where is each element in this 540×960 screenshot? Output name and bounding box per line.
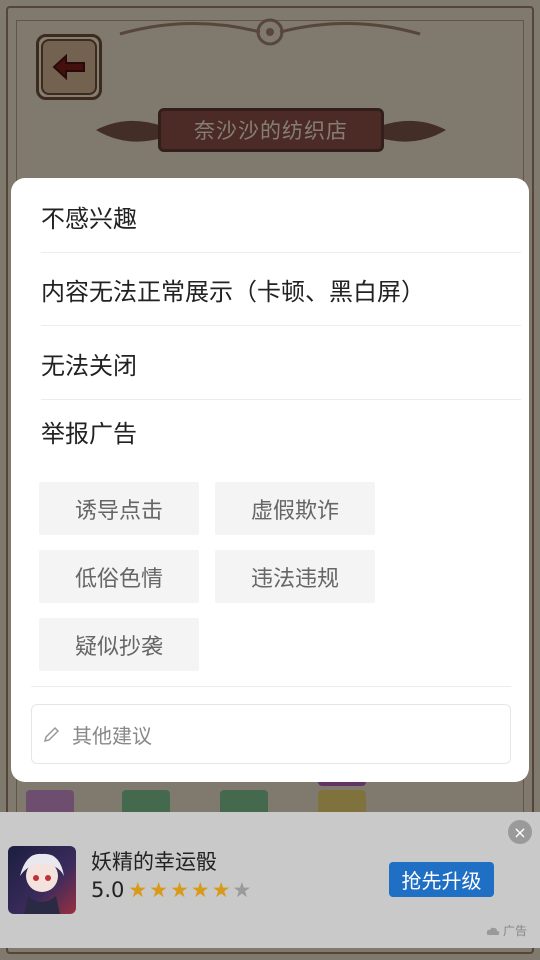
- report-chip-clickbait[interactable]: 诱导点击: [39, 482, 199, 535]
- star-icon: ★: [211, 878, 233, 902]
- option-display-broken[interactable]: 内容无法正常展示（卡顿、黑白屏）: [41, 253, 521, 326]
- report-chip-vulgar[interactable]: 低俗色情: [39, 550, 199, 603]
- star-icon: ★: [170, 878, 191, 902]
- rating-value: 5.0: [91, 878, 125, 902]
- ad-label: 广告: [486, 922, 527, 939]
- report-chip-fraud[interactable]: 虚假欺诈: [215, 482, 375, 535]
- option-label: 无法关闭: [41, 351, 137, 380]
- cloud-icon: [486, 927, 500, 935]
- app-name: 妖精的幸运骰: [91, 850, 217, 874]
- report-chip-illegal[interactable]: 违法违规: [215, 550, 375, 603]
- report-ad-heading: 举报广告: [41, 419, 137, 448]
- ad-feedback-dialog: 不感兴趣 内容无法正常展示（卡顿、黑白屏） 无法关闭 举报广告 诱导点击 虚假欺…: [11, 178, 529, 782]
- ad-close-icon[interactable]: ×: [508, 820, 532, 844]
- star-icon: ★: [190, 878, 212, 902]
- ad-label-text: 广告: [503, 924, 528, 938]
- report-chip-plagiarism[interactable]: 疑似抄袭: [39, 618, 199, 671]
- star-icon: ★: [149, 878, 171, 902]
- suggestion-input[interactable]: 其他建议: [31, 704, 511, 764]
- option-cannot-close[interactable]: 无法关闭: [41, 327, 521, 400]
- fairy-character-icon: [20, 853, 64, 914]
- app-icon: [8, 846, 76, 914]
- rating-row: 5.0 ★★★★★★: [91, 878, 253, 902]
- ad-banner[interactable]: × 妖精的幸运骰 5.0 ★★★★★★ 抢先升级 广告: [0, 812, 540, 948]
- star-icon: ★: [232, 878, 254, 902]
- divider: [31, 686, 511, 687]
- star-icon: ★: [128, 878, 150, 902]
- pencil-icon: [43, 726, 60, 743]
- suggestion-placeholder: 其他建议: [72, 723, 152, 748]
- rating-stars: ★★★★★★: [128, 878, 253, 902]
- option-not-interested[interactable]: 不感兴趣: [41, 180, 521, 253]
- option-label: 内容无法正常展示（卡顿、黑白屏）: [41, 277, 425, 306]
- option-label: 不感兴趣: [41, 204, 137, 233]
- ad-cta-button[interactable]: 抢先升级: [389, 862, 494, 897]
